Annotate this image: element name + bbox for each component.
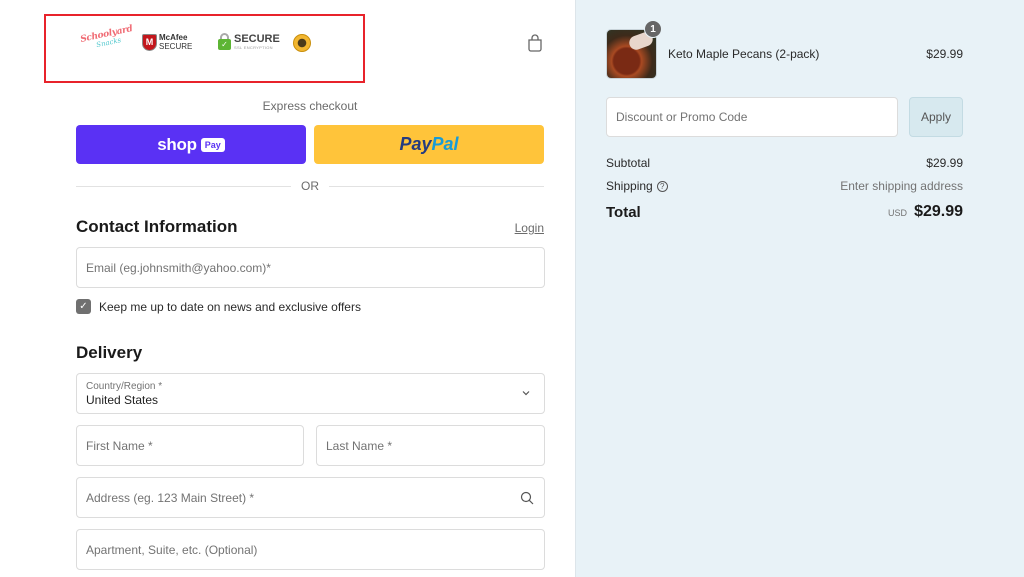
total-label: Total xyxy=(606,203,641,221)
country-select[interactable]: Country/Region * United States xyxy=(76,373,545,414)
trust-badges-highlight: Schoolyard Snacks M McAfee SECURE ✓ SECU… xyxy=(44,14,365,83)
chevron-down-icon xyxy=(522,391,530,396)
newsletter-checkbox[interactable]: ✓ xyxy=(76,299,91,314)
login-link[interactable]: Login xyxy=(515,221,544,235)
apply-button[interactable]: Apply xyxy=(909,97,963,137)
last-name-input[interactable]: Last Name * xyxy=(316,425,545,466)
express-checkout-label: Express checkout xyxy=(262,99,358,113)
subtotal-label: Subtotal xyxy=(606,156,651,170)
lock-icon: ✓ xyxy=(218,33,231,50)
delivery-heading: Delivery xyxy=(76,343,143,362)
promo-code-input[interactable]: Discount or Promo Code xyxy=(606,97,898,137)
email-input[interactable]: Email (eg.johnsmith@yahoo.com)* xyxy=(76,247,545,288)
apartment-input[interactable]: Apartment, Suite, etc. (Optional) xyxy=(76,529,545,570)
contact-information-heading: Contact Information xyxy=(76,217,238,236)
total-row: Total USD $29.99 xyxy=(606,203,963,221)
product-price: $29.99 xyxy=(926,47,963,61)
shipping-label: Shipping xyxy=(606,179,653,193)
subtotal-row: Subtotal $29.99 xyxy=(606,156,963,170)
checkout-form-panel: Schoolyard Snacks M McAfee SECURE ✓ SECU… xyxy=(0,0,575,577)
total-value: $29.99 xyxy=(914,203,963,220)
newsletter-checkbox-row[interactable]: ✓ Keep me up to date on news and exclusi… xyxy=(76,299,361,314)
order-summary-panel xyxy=(575,0,1024,577)
paypal-button[interactable]: PayPal xyxy=(314,125,544,164)
currency-code: USD xyxy=(888,208,908,218)
or-divider: OR xyxy=(76,179,544,193)
address-input[interactable]: Address (eg. 123 Main Street) * xyxy=(76,477,545,518)
product-name: Keto Maple Pecans (2-pack) xyxy=(668,47,820,61)
subtotal-value: $29.99 xyxy=(926,156,963,170)
mcafee-secure-badge: M McAfee SECURE xyxy=(142,33,192,51)
first-name-input[interactable]: First Name * xyxy=(76,425,304,466)
help-circle-icon[interactable]: ? xyxy=(656,180,668,192)
checkout-page: Schoolyard Snacks M McAfee SECURE ✓ SECU… xyxy=(0,0,1024,577)
newsletter-label: Keep me up to date on news and exclusive… xyxy=(99,299,361,314)
shopping-bag-icon[interactable] xyxy=(527,34,543,52)
shop-pay-button[interactable]: shop Pay xyxy=(76,125,306,164)
mcafee-shield-icon: M xyxy=(142,33,157,51)
ssl-secure-badge: ✓ SECURE SSL ENCRYPTION xyxy=(218,33,280,50)
cart-line-item: 1 Keto Maple Pecans (2-pack) $29.99 xyxy=(606,20,963,79)
shipping-value: Enter shipping address xyxy=(840,179,963,193)
search-icon xyxy=(520,491,534,505)
schoolyard-snacks-logo[interactable]: Schoolyard Snacks xyxy=(79,24,133,58)
shipping-row: Shipping ? Enter shipping address xyxy=(606,179,963,193)
quantity-badge: 1 xyxy=(644,20,662,38)
seal-badge-icon xyxy=(293,34,311,52)
